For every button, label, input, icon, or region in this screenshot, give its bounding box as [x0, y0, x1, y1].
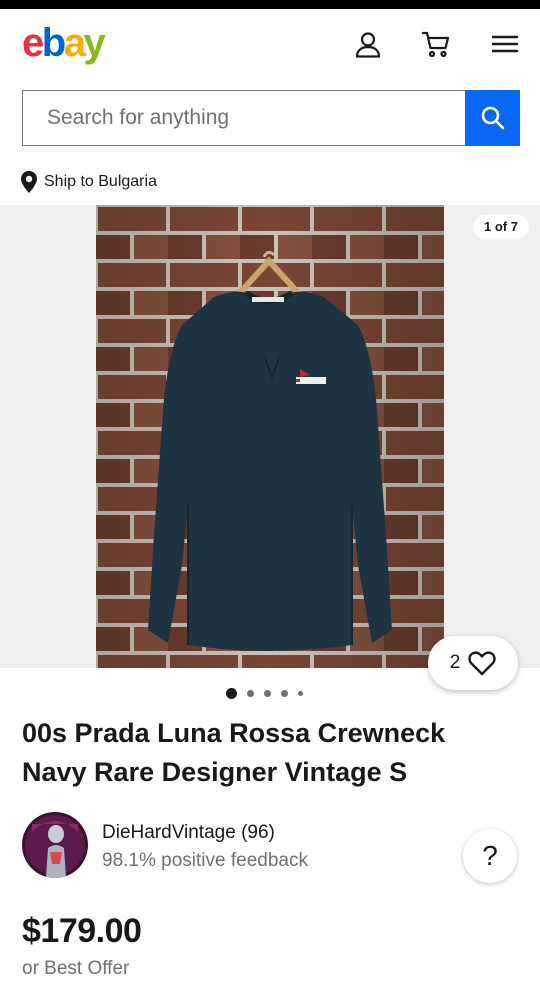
cart-icon[interactable]: [421, 29, 451, 59]
pagination-dot[interactable]: [281, 690, 288, 697]
pagination-dot[interactable]: [298, 691, 303, 696]
seller-feedback: 98.1% positive feedback: [102, 850, 308, 871]
heart-icon: [468, 650, 496, 676]
seller-name[interactable]: DieHardVintage (96): [102, 822, 275, 844]
best-offer-label: or Best Offer: [22, 958, 130, 979]
pagination-dot-active[interactable]: [226, 688, 237, 699]
pagination-dot[interactable]: [264, 690, 271, 697]
menu-icon[interactable]: [490, 29, 520, 59]
image-counter: 1 of 7: [473, 215, 529, 239]
logo-letter: a: [63, 21, 86, 65]
search-input[interactable]: [22, 90, 466, 146]
search-icon: [480, 105, 506, 131]
gallery-pagination: [226, 688, 303, 699]
help-button[interactable]: ?: [463, 829, 517, 883]
watch-button[interactable]: 2: [428, 636, 518, 690]
product-photo[interactable]: [96, 205, 444, 668]
logo-letter: y: [83, 21, 105, 65]
listing-title: 00s Prada Luna Rossa Crewneck Navy Rare …: [22, 718, 446, 787]
ship-to-label: Ship to Bulgaria: [44, 173, 157, 190]
image-gallery[interactable]: [0, 205, 540, 668]
status-bar: [0, 0, 540, 9]
account-icon[interactable]: [353, 29, 383, 59]
ship-to-location[interactable]: Ship to Bulgaria: [20, 170, 157, 194]
logo-letter: e: [22, 21, 44, 65]
seller-avatar[interactable]: [22, 812, 88, 878]
search-bar: [22, 90, 520, 146]
watch-count: 2: [449, 652, 461, 673]
question-mark-icon: ?: [482, 840, 498, 871]
price: $179.00: [22, 912, 142, 950]
logo-letter: b: [41, 21, 66, 65]
pagination-dot[interactable]: [247, 690, 254, 697]
search-button[interactable]: [465, 90, 520, 146]
location-pin-icon: [20, 170, 38, 194]
header: ebay: [0, 9, 540, 79]
ebay-logo[interactable]: ebay: [22, 21, 106, 65]
seller-info[interactable]: DieHardVintage (96) 98.1% positive feedb…: [22, 812, 522, 880]
